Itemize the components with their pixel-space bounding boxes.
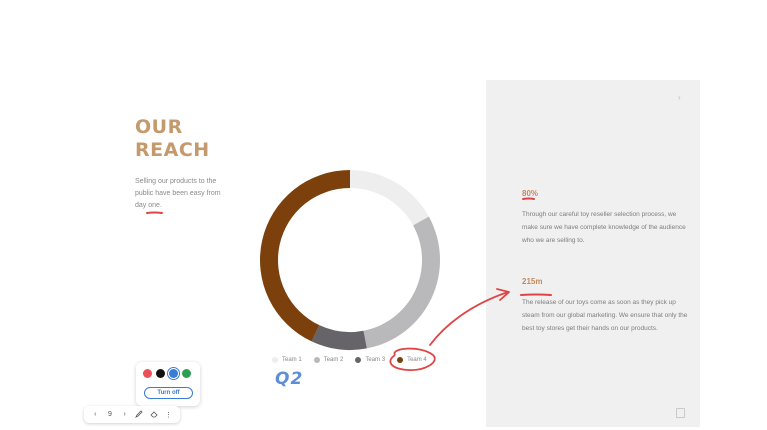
previous-slide-button[interactable]: ‹: [91, 411, 99, 418]
legend-swatch: [355, 357, 362, 363]
chevron-right-icon[interactable]: ›: [678, 93, 681, 102]
turn-off-button[interactable]: Turn off: [144, 387, 193, 399]
notes-icon[interactable]: [676, 408, 685, 418]
next-slide-button[interactable]: ›: [121, 411, 129, 418]
donut-chart: [255, 165, 445, 355]
legend-item-team-1: Team 1: [272, 357, 302, 363]
stat-value-1: 80%: [522, 189, 539, 198]
slide-title: OUR REACH: [135, 116, 275, 162]
legend-label: Team 4: [407, 357, 427, 363]
handwritten-q2: Q2: [275, 369, 304, 389]
stat-description-2: The release of our toys come as soon as …: [522, 299, 688, 332]
pen-icon[interactable]: [135, 409, 143, 420]
ink-underline-day-one: [146, 211, 163, 214]
legend-item-team-2: Team 2: [313, 357, 344, 363]
pen-color-black[interactable]: [156, 369, 165, 378]
donut-slice-4: [260, 170, 350, 342]
eraser-icon[interactable]: [150, 410, 158, 420]
legend-swatch: [397, 357, 404, 363]
chart-legend: Team 1 Team 2 Team 3 Team 4: [272, 354, 427, 366]
legend-label: Team 3: [365, 357, 386, 363]
donut-slice-3: [311, 325, 367, 350]
more-options-icon[interactable]: ⋮: [165, 411, 173, 419]
legend-swatch: [272, 357, 278, 363]
presentation-slide: OUR REACH Selling our products to the pu…: [0, 0, 767, 430]
legend-label: Team 1: [282, 357, 302, 363]
pen-color-green[interactable]: [182, 369, 191, 378]
donut-slice-2: [363, 216, 440, 349]
color-swatches: [143, 369, 191, 378]
legend-item-team-4: Team 4: [397, 357, 427, 363]
slide-title-line1: OUR: [135, 116, 183, 138]
legend-item-team-3: Team 3: [355, 357, 385, 363]
donut-slice-1: [350, 170, 429, 226]
stat-value-2: 215m: [522, 277, 543, 286]
presenter-toolbar: ‹ 9 › ⋮: [84, 406, 180, 423]
pen-color-popup: Turn off: [136, 362, 200, 406]
pen-color-blue[interactable]: [169, 369, 178, 378]
stats-panel: › 80% Through our careful toy reseller s…: [486, 80, 700, 427]
legend-label: Team 2: [323, 357, 344, 363]
pen-color-red[interactable]: [143, 369, 152, 378]
stat-description-1: Through our careful toy reseller selecti…: [522, 211, 686, 244]
slide-description: Selling our products to the public have …: [135, 178, 221, 209]
page-number: 9: [108, 411, 112, 418]
legend-swatch: [313, 357, 320, 363]
donut-chart-svg: [260, 170, 440, 350]
slide-title-line2: REACH: [135, 139, 210, 161]
